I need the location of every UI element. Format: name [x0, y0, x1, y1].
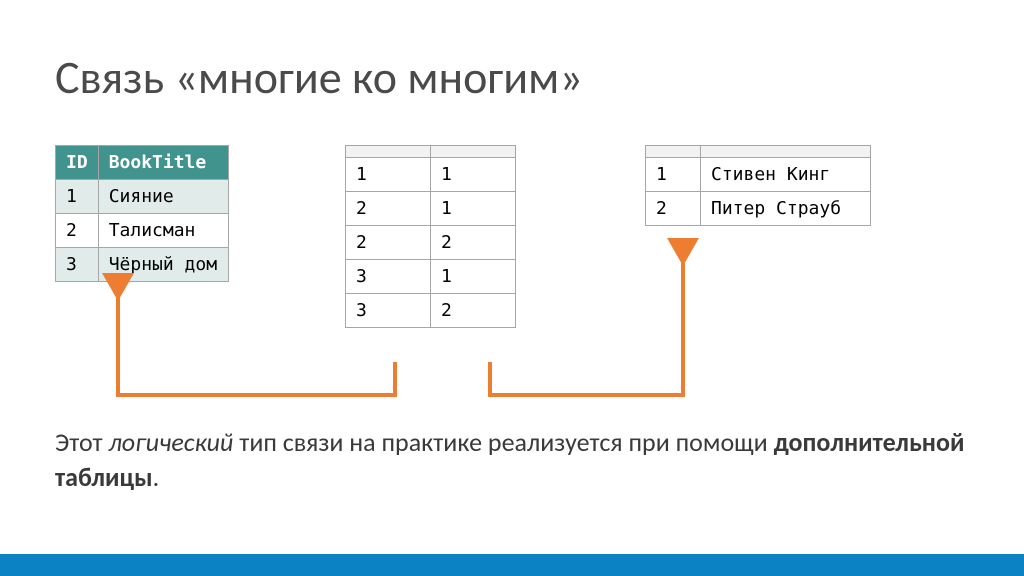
cell-id: 3: [56, 248, 99, 282]
header-empty: [431, 146, 516, 158]
table-books: ID BookTitle 1 Сияние 2 Талисман 3 Чёрны…: [55, 145, 229, 282]
cell-id: 2: [646, 192, 701, 226]
cell-id: 2: [56, 214, 99, 248]
table-row: 1 1: [346, 158, 516, 192]
cell-title: Сияние: [98, 180, 228, 214]
table-authors: 1 Стивен Кинг 2 Питер Страуб: [645, 145, 871, 226]
cell-title: Чёрный дом: [98, 248, 228, 282]
cell-id: 1: [56, 180, 99, 214]
cell: 2: [346, 192, 431, 226]
cell: 2: [431, 294, 516, 328]
cell-id: 1: [646, 158, 701, 192]
caption-emphasis: логический: [109, 426, 234, 458]
tables-area: ID BookTitle 1 Сияние 2 Талисман 3 Чёрны…: [55, 145, 975, 365]
cell: 3: [346, 260, 431, 294]
cell: 1: [431, 158, 516, 192]
caption-part: Этот: [55, 426, 109, 458]
cell: 2: [431, 226, 516, 260]
table-row: 2 Питер Страуб: [646, 192, 871, 226]
header-empty: [701, 146, 871, 158]
cell-name: Стивен Кинг: [701, 158, 871, 192]
cell-name: Питер Страуб: [701, 192, 871, 226]
caption-text: Этот логический тип связи на практике ре…: [55, 425, 969, 495]
table-row: 2 2: [346, 226, 516, 260]
cell-title: Талисман: [98, 214, 228, 248]
table-row: 2 1: [346, 192, 516, 226]
header-id: ID: [56, 146, 99, 180]
footer-bar: [0, 554, 1024, 576]
table-row: 2 Талисман: [56, 214, 229, 248]
cell: 2: [346, 226, 431, 260]
caption-part: тип связи на практике реализуется при по…: [233, 426, 773, 458]
table-header-row: [646, 146, 871, 158]
cell: 1: [431, 260, 516, 294]
header-empty: [646, 146, 701, 158]
table-row: 1 Сияние: [56, 180, 229, 214]
table-row: 3 1: [346, 260, 516, 294]
caption-part: .: [153, 461, 160, 493]
table-row: 1 Стивен Кинг: [646, 158, 871, 192]
header-empty: [346, 146, 431, 158]
table-header-row: ID BookTitle: [56, 146, 229, 180]
header-booktitle: BookTitle: [98, 146, 228, 180]
slide: Связь «многие ко многим» ID BookTitle 1 …: [0, 0, 1024, 576]
table-row: 3 Чёрный дом: [56, 248, 229, 282]
table-junction: 1 1 2 1 2 2 3 1 3 2: [345, 145, 516, 328]
cell: 1: [431, 192, 516, 226]
slide-title: Связь «многие ко многим»: [55, 50, 583, 106]
table-row: 3 2: [346, 294, 516, 328]
cell: 3: [346, 294, 431, 328]
table-header-row: [346, 146, 516, 158]
cell: 1: [346, 158, 431, 192]
